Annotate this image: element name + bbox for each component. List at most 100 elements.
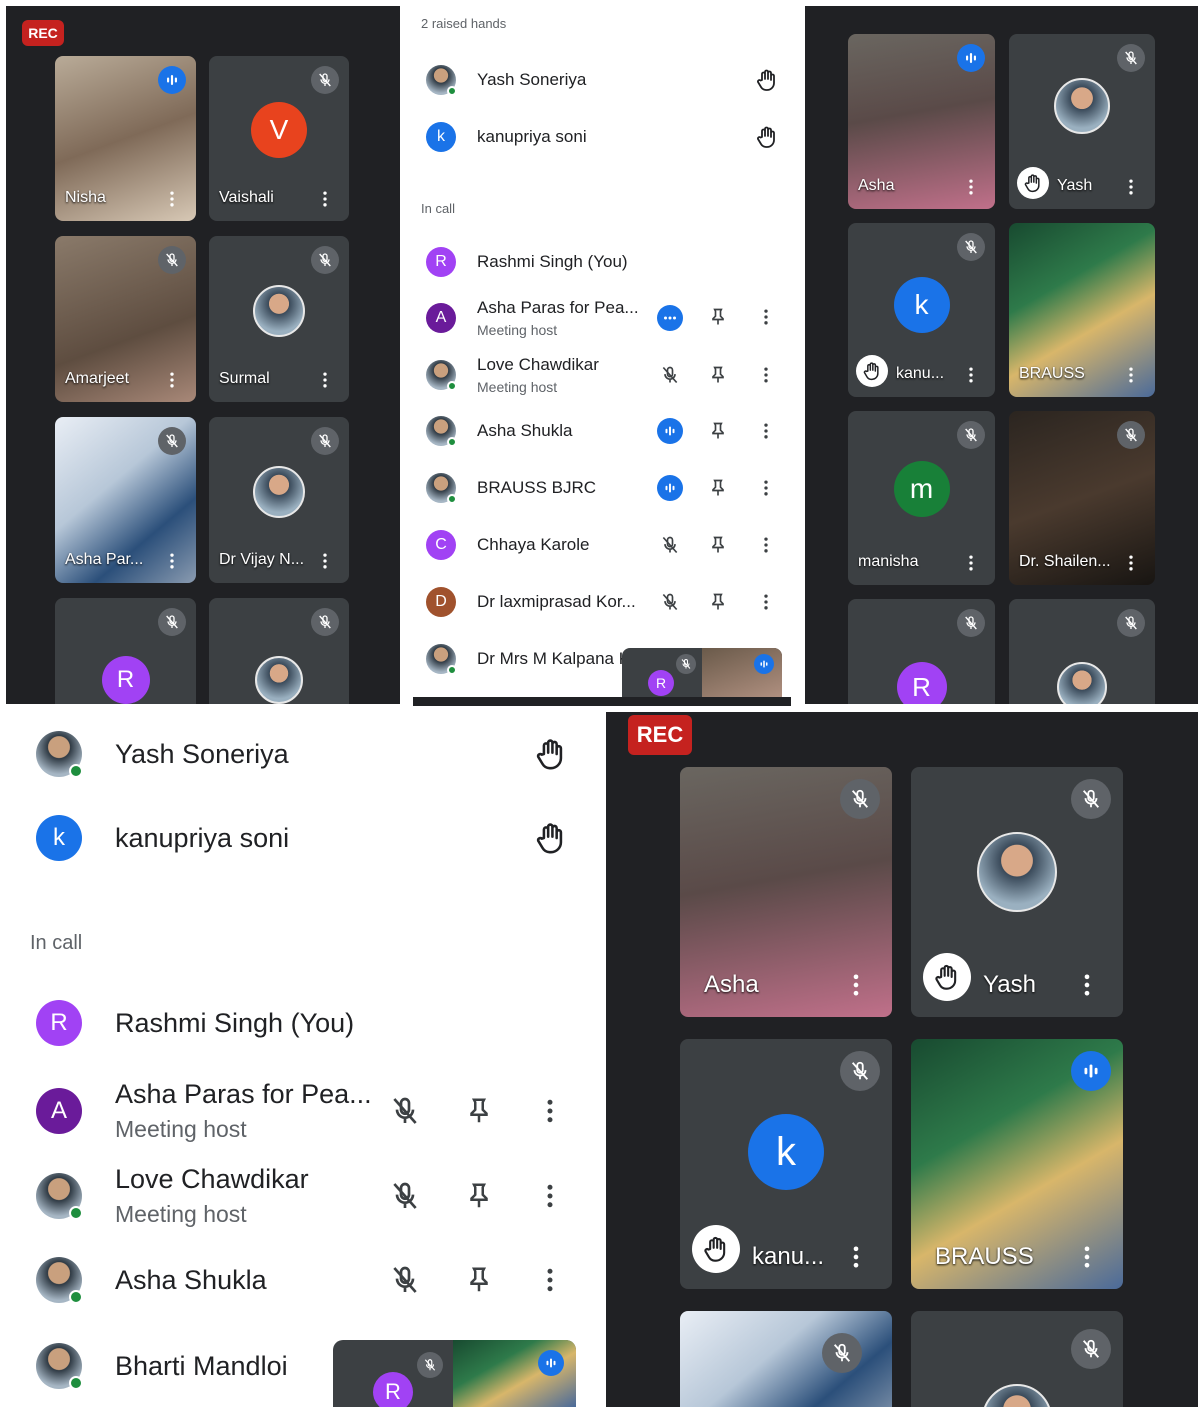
participant-tile[interactable]: m manisha <box>848 411 995 585</box>
participant-name: Love Chawdikar <box>115 1164 309 1194</box>
pin-icon[interactable] <box>708 535 728 555</box>
avatar <box>36 1343 83 1390</box>
participant-name: Chhaya Karole <box>477 535 590 554</box>
participant-row[interactable]: Love Chawdikar Meeting host <box>0 1161 606 1231</box>
more-vert-icon[interactable] <box>162 370 182 390</box>
more-vert-icon[interactable] <box>1121 553 1141 573</box>
participant-name: Dr. Shailen... <box>1019 553 1111 570</box>
participant-tile[interactable]: R <box>55 598 196 704</box>
more-horiz-icon[interactable] <box>657 305 683 331</box>
participant-row[interactable]: R Rashmi Singh (You) <box>400 242 805 282</box>
avatar: k <box>36 815 82 861</box>
pin-icon[interactable] <box>708 421 728 441</box>
participant-tile[interactable]: Amarjeet <box>55 236 196 402</box>
mic-off-icon <box>1117 421 1145 449</box>
participant-row[interactable]: Asha Shukla <box>0 1252 606 1308</box>
pin-icon[interactable] <box>708 478 728 498</box>
participant-tile[interactable]: Surmal <box>209 236 349 402</box>
participant-tile[interactable]: Yash <box>1009 34 1155 209</box>
raised-hand-row[interactable]: Yash Soneriya <box>400 60 805 100</box>
more-vert-icon[interactable] <box>1073 1243 1101 1271</box>
participant-tile[interactable]: BRAUSS <box>911 1039 1123 1289</box>
more-vert-icon[interactable] <box>842 1243 870 1271</box>
participant-tile[interactable]: k kanu... <box>848 223 995 397</box>
raised-hand-icon <box>534 821 568 855</box>
participant-row[interactable]: A Asha Paras for Pea... Meeting host <box>400 294 805 342</box>
avatar: m <box>893 461 950 518</box>
avatar: R <box>648 670 674 696</box>
avatar: R <box>426 247 456 277</box>
raised-hand-row[interactable]: Yash Soneriya <box>0 726 606 782</box>
participant-row[interactable]: A Asha Paras for Pea... Meeting host <box>0 1076 606 1146</box>
mic-off-icon <box>311 246 339 274</box>
more-vert-icon[interactable] <box>756 592 776 612</box>
pin-icon[interactable] <box>464 1096 494 1126</box>
pin-icon[interactable] <box>708 307 728 327</box>
meet-grid-panel-top-right: Asha Yash k kanu... BRAUSS m manisha Dr.… <box>805 6 1198 704</box>
pin-icon[interactable] <box>464 1181 494 1211</box>
more-vert-icon[interactable] <box>756 307 776 327</box>
participant-role: Meeting host <box>115 1201 247 1227</box>
mic-off-icon <box>660 365 680 385</box>
more-vert-icon[interactable] <box>1121 365 1141 385</box>
mic-off-icon <box>1071 1329 1111 1369</box>
more-vert-icon[interactable] <box>1121 177 1141 197</box>
participant-row[interactable]: Asha Shukla <box>400 411 805 451</box>
participant-tile[interactable]: V Vaishali <box>209 56 349 221</box>
participant-tile[interactable]: Dr. Shailen... <box>1009 411 1155 585</box>
participant-tile[interactable] <box>911 1311 1123 1407</box>
participant-tile[interactable] <box>209 598 349 704</box>
more-vert-icon[interactable] <box>756 535 776 555</box>
participant-name: Yash <box>983 971 1036 998</box>
participant-tile[interactable]: Yash <box>911 767 1123 1017</box>
more-vert-icon[interactable] <box>961 177 981 197</box>
more-vert-icon[interactable] <box>535 1265 565 1295</box>
avatar: k <box>426 122 456 152</box>
raised-hand-row[interactable]: k kanupriya soni <box>400 117 805 157</box>
pin-icon[interactable] <box>708 592 728 612</box>
more-vert-icon[interactable] <box>842 971 870 999</box>
participant-name: Rashmi Singh (You) <box>115 1007 355 1038</box>
speaking-icon <box>158 66 186 94</box>
more-vert-icon[interactable] <box>315 189 335 209</box>
participant-name: Asha <box>704 971 759 998</box>
participant-name: Vaishali <box>219 189 274 206</box>
pin-icon[interactable] <box>464 1265 494 1295</box>
participant-tile[interactable] <box>1009 599 1155 704</box>
more-vert-icon[interactable] <box>535 1096 565 1126</box>
participant-tile[interactable]: Dr Vijay N... <box>209 417 349 583</box>
participant-row[interactable]: D Dr laxmiprasad Kor... <box>400 582 805 622</box>
self-view-pip[interactable]: R <box>622 648 782 698</box>
more-vert-icon[interactable] <box>756 365 776 385</box>
participant-row[interactable]: BRAUSS BJRC <box>400 468 805 508</box>
participant-row[interactable]: R Rashmi Singh (You) <box>0 995 606 1051</box>
more-vert-icon[interactable] <box>315 551 335 571</box>
more-vert-icon[interactable] <box>315 370 335 390</box>
participant-tile[interactable]: Asha <box>680 767 892 1017</box>
self-view-pip[interactable]: R <box>333 1340 576 1407</box>
more-vert-icon[interactable] <box>961 365 981 385</box>
pin-icon[interactable] <box>708 365 728 385</box>
participant-tile[interactable] <box>680 1311 892 1407</box>
participant-row[interactable]: Love Chawdikar Meeting host <box>400 351 805 399</box>
speaking-icon <box>657 475 683 501</box>
participant-tile[interactable]: Nisha <box>55 56 196 221</box>
more-vert-icon[interactable] <box>961 553 981 573</box>
participant-tile[interactable]: R <box>848 599 995 704</box>
participant-row[interactable]: C Chhaya Karole <box>400 525 805 565</box>
more-vert-icon[interactable] <box>535 1181 565 1211</box>
participant-tile[interactable]: k kanu... <box>680 1039 892 1289</box>
raised-hand-row[interactable]: k kanupriya soni <box>0 810 606 866</box>
more-vert-icon[interactable] <box>756 478 776 498</box>
participant-tile[interactable]: Asha <box>848 34 995 209</box>
mic-off-icon <box>957 233 985 261</box>
more-vert-icon[interactable] <box>162 551 182 571</box>
participant-name: kanupriya soni <box>477 127 587 146</box>
avatar <box>982 1384 1052 1407</box>
participant-tile[interactable]: Asha Par... <box>55 417 196 583</box>
more-vert-icon[interactable] <box>756 421 776 441</box>
more-vert-icon[interactable] <box>162 189 182 209</box>
raised-hands-header: 2 raised hands <box>421 16 507 31</box>
more-vert-icon[interactable] <box>1073 971 1101 999</box>
participant-tile[interactable]: BRAUSS <box>1009 223 1155 397</box>
